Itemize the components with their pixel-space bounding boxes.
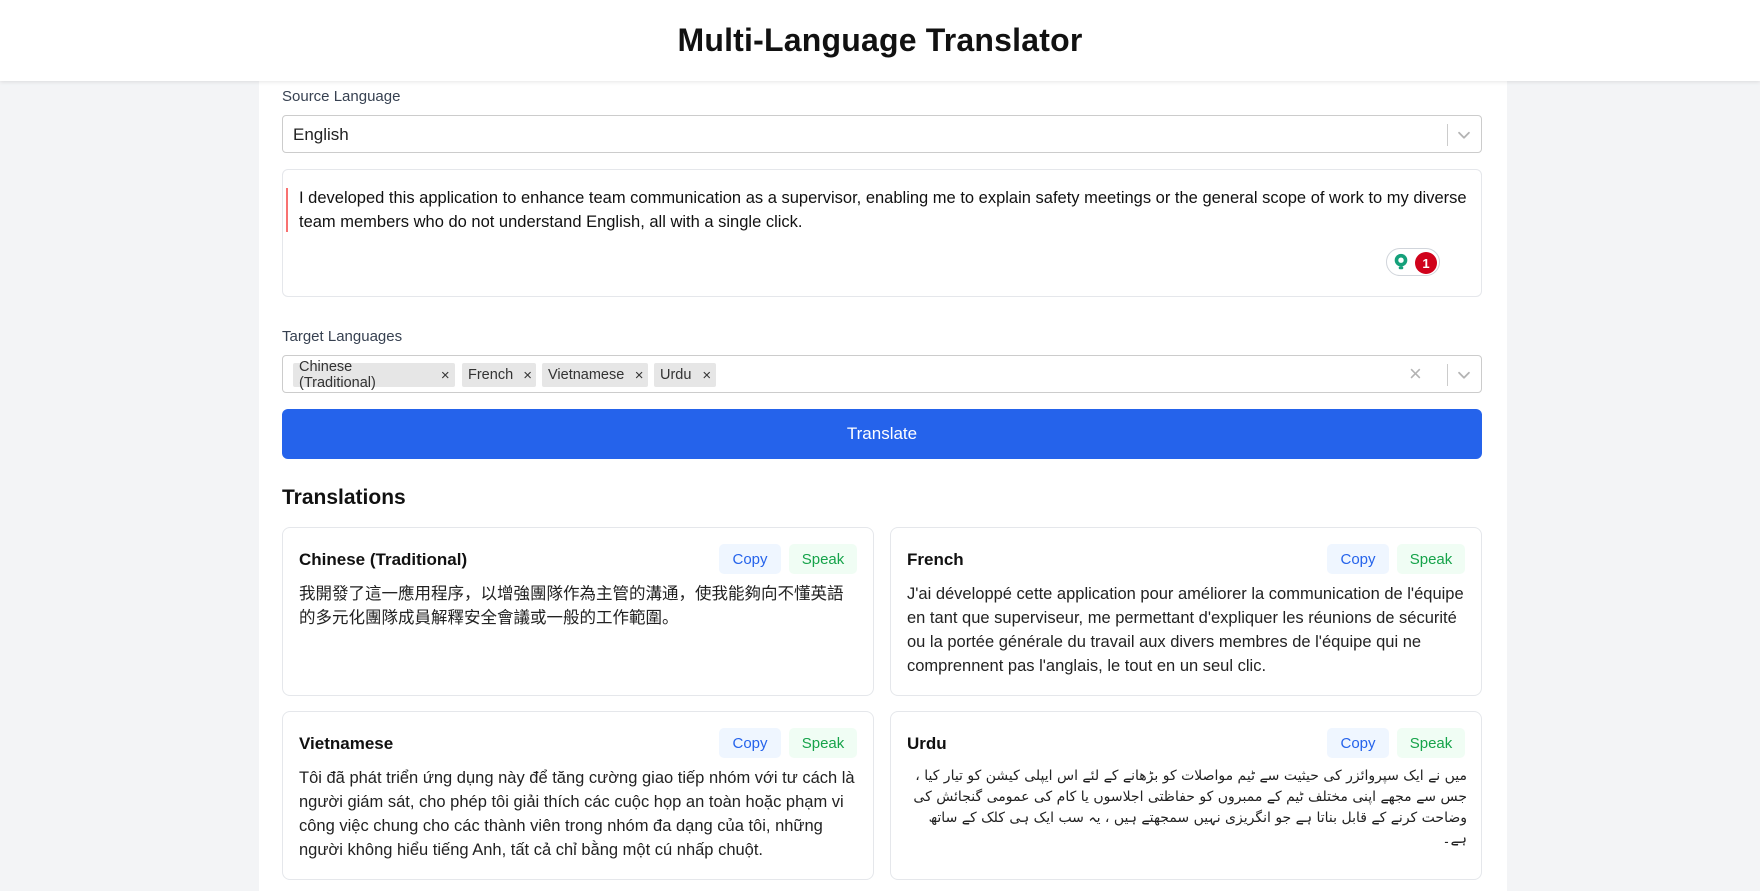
- clear-all-icon[interactable]: ×: [1409, 361, 1422, 387]
- translation-language: Urdu: [907, 734, 947, 753]
- translation-text: 我開發了這一應用程序，以增強團隊作為主管的溝通，使我能夠向不懂英語的多元化團隊成…: [299, 585, 844, 627]
- translation-card-french: French Copy Speak J'ai développé cette a…: [890, 527, 1482, 696]
- translation-language: Chinese (Traditional): [299, 550, 468, 569]
- select-separator: [1447, 364, 1448, 386]
- translation-language: French: [907, 550, 964, 569]
- source-language-value: English: [293, 125, 349, 144]
- translation-card-vietnamese: Vietnamese Copy Speak Tôi đã phát triển …: [282, 711, 874, 880]
- target-languages-select[interactable]: Chinese (Traditional) × French × Vietnam…: [282, 355, 1482, 393]
- chevron-down-icon[interactable]: [1455, 126, 1473, 144]
- copy-button[interactable]: Copy: [719, 544, 781, 574]
- remove-chip-icon[interactable]: ×: [436, 363, 455, 387]
- remove-chip-icon[interactable]: ×: [519, 363, 536, 387]
- translation-card-urdu: Urdu Copy Speak میں نے ایک سپروائزر کی ح…: [890, 711, 1482, 880]
- chip-label: French: [468, 367, 514, 383]
- translate-button[interactable]: Translate: [282, 409, 1482, 459]
- speak-button[interactable]: Speak: [789, 544, 857, 574]
- source-text-area[interactable]: I developed this application to enhance …: [282, 169, 1482, 297]
- target-languages-label: Target Languages: [282, 328, 403, 345]
- page-title: Multi-Language Translator: [677, 22, 1083, 58]
- lightbulb-icon: [1394, 253, 1408, 270]
- translations-heading: Translations: [282, 486, 406, 509]
- speak-button[interactable]: Speak: [789, 728, 857, 758]
- main-panel: Source Language English I developed this…: [259, 81, 1507, 891]
- translation-text: J'ai développé cette application pour am…: [907, 585, 1464, 675]
- app-header: Multi-Language Translator: [0, 0, 1760, 81]
- remove-chip-icon[interactable]: ×: [697, 363, 716, 387]
- speak-button[interactable]: Speak: [1397, 544, 1465, 574]
- grammar-issue-count: 1: [1415, 252, 1437, 274]
- chip-label: Vietnamese: [548, 367, 625, 383]
- copy-button[interactable]: Copy: [1327, 544, 1389, 574]
- remove-chip-icon[interactable]: ×: [630, 363, 648, 387]
- copy-button[interactable]: Copy: [719, 728, 781, 758]
- chip-urdu: Urdu ×: [654, 363, 716, 387]
- text-cursor: [286, 188, 288, 232]
- chip-vietnamese: Vietnamese ×: [542, 363, 648, 387]
- copy-button[interactable]: Copy: [1327, 728, 1389, 758]
- chip-label: Urdu: [660, 367, 692, 383]
- chevron-down-icon[interactable]: [1455, 366, 1473, 384]
- source-language-select[interactable]: English: [282, 115, 1482, 153]
- select-separator: [1447, 124, 1448, 146]
- source-language-label: Source Language: [282, 88, 401, 105]
- chip-french: French ×: [462, 363, 536, 387]
- translation-language: Vietnamese: [299, 734, 394, 753]
- chip-chinese-traditional: Chinese (Traditional) ×: [293, 359, 455, 391]
- chip-label: Chinese (Traditional): [299, 359, 376, 391]
- translation-text: Tôi đã phát triển ứng dụng này để tăng c…: [299, 769, 855, 859]
- grammar-checker-widget[interactable]: 1: [1386, 248, 1440, 276]
- translation-text: میں نے ایک سپروائزر کی حیثیت سے ٹیم مواص…: [913, 768, 1467, 847]
- source-text: I developed this application to enhance …: [299, 189, 1467, 231]
- translation-card-chinese: Chinese (Traditional) Copy Speak 我開發了這一應…: [282, 527, 874, 696]
- speak-button[interactable]: Speak: [1397, 728, 1465, 758]
